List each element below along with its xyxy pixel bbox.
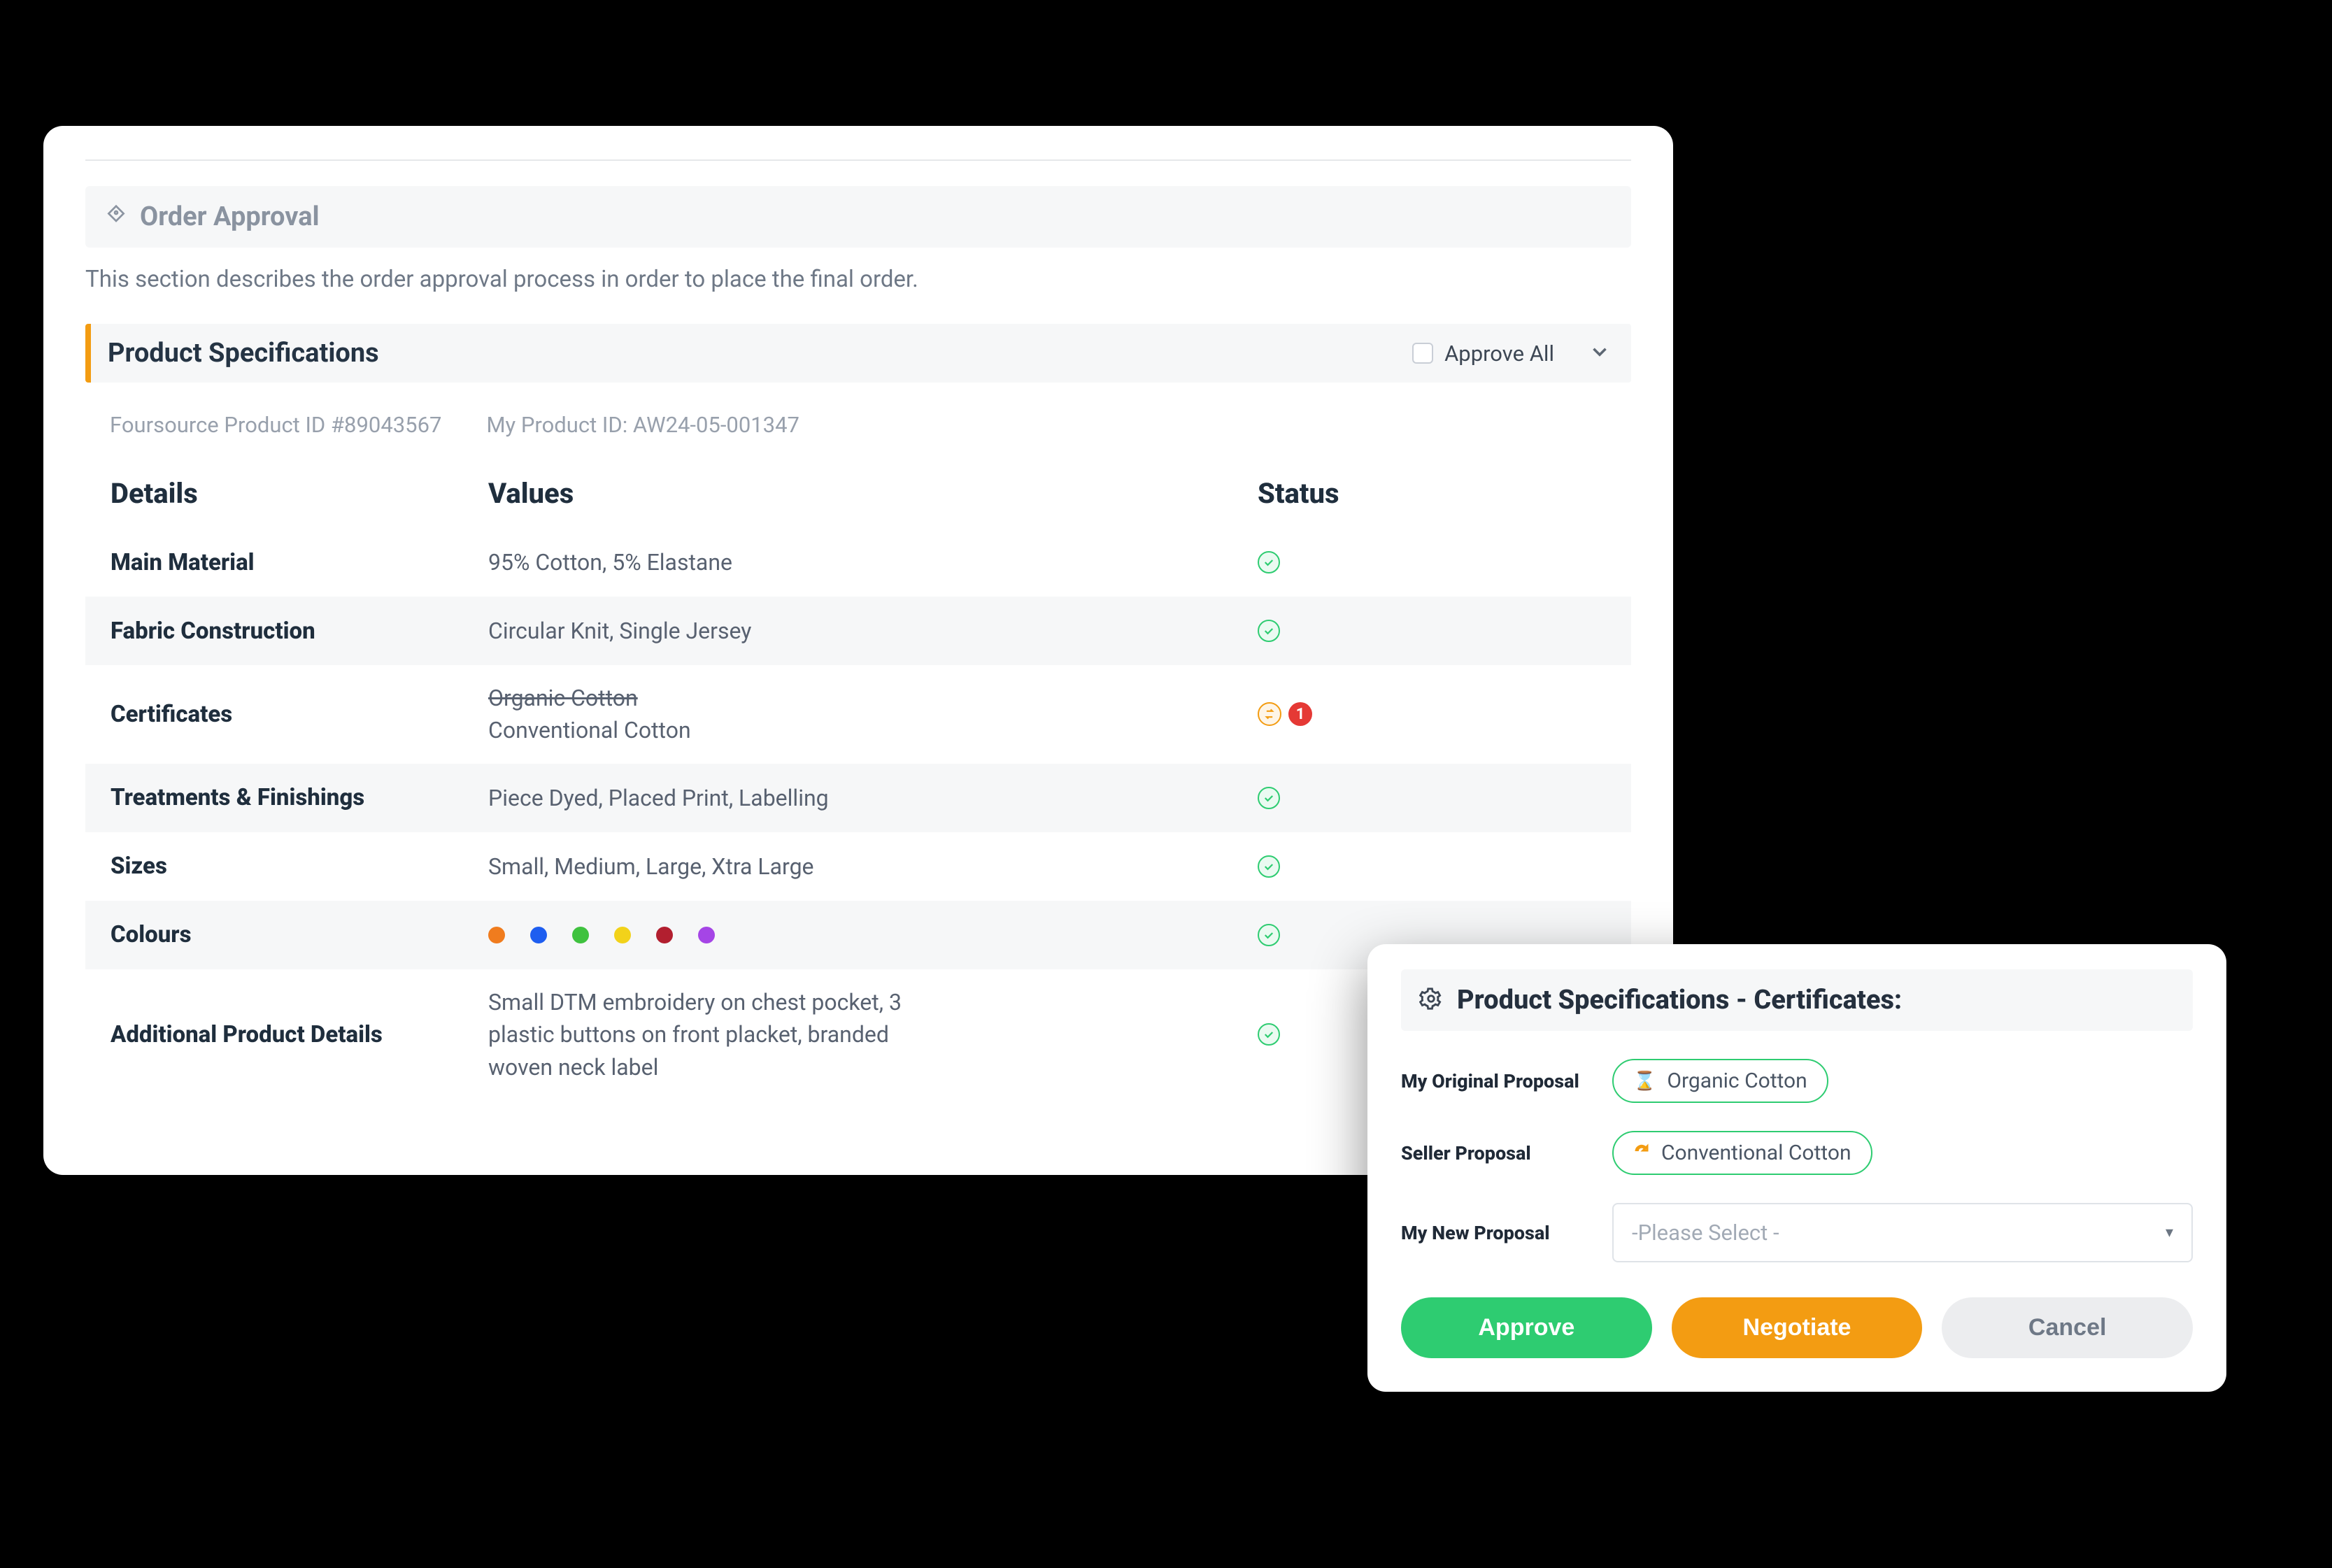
- row-value: Organic Cotton Conventional Cotton: [488, 682, 1258, 747]
- seller-proposal-label: Seller Proposal: [1401, 1142, 1590, 1164]
- approve-all-control[interactable]: Approve All: [1412, 341, 1554, 366]
- original-proposal-label: My Original Proposal: [1401, 1070, 1590, 1092]
- check-icon: [1258, 1023, 1280, 1046]
- foursource-product-id: Foursource Product ID #89043567: [110, 412, 441, 438]
- order-approval-header: Order Approval: [85, 186, 1631, 248]
- seller-proposal-chip: Conventional Cotton: [1612, 1131, 1872, 1175]
- check-icon: [1258, 924, 1280, 946]
- row-label: Colours: [111, 921, 488, 948]
- certificate-proposal-popup: Product Specifications - Certificates: M…: [1367, 944, 2226, 1392]
- gear-icon: [1419, 987, 1443, 1013]
- swap-icon: [1258, 702, 1281, 726]
- order-approval-description: This section describes the order approva…: [85, 266, 1631, 293]
- col-details: Details: [111, 477, 488, 510]
- seller-proposal-row: Seller Proposal Conventional Cotton: [1401, 1131, 2193, 1175]
- product-specifications-bar[interactable]: Product Specifications Approve All: [85, 324, 1631, 383]
- original-proposal-row: My Original Proposal ⌛ Organic Cotton: [1401, 1059, 2193, 1103]
- row-value: Small DTM embroidery on chest pocket, 3 …: [488, 986, 922, 1083]
- select-placeholder: -Please Select -: [1632, 1220, 1779, 1246]
- colour-swatch: [488, 927, 505, 943]
- colour-swatch: [572, 927, 589, 943]
- certificates-current: Conventional Cotton: [488, 717, 691, 743]
- approve-button[interactable]: Approve: [1401, 1297, 1652, 1358]
- row-status: [1258, 924, 1606, 946]
- product-specifications-title: Product Specifications: [91, 338, 379, 369]
- row-label: Treatments & Finishings: [111, 784, 488, 811]
- tag-icon: [105, 204, 127, 229]
- approve-all-checkbox[interactable]: [1412, 343, 1433, 364]
- row-label: Main Material: [111, 549, 488, 576]
- divider: [85, 159, 1631, 161]
- colour-swatch: [698, 927, 715, 943]
- product-ids: Foursource Product ID #89043567 My Produ…: [110, 412, 1631, 438]
- order-approval-title: Order Approval: [140, 201, 320, 232]
- check-icon: [1258, 620, 1280, 642]
- table-row: Sizes Small, Medium, Large, Xtra Large: [85, 832, 1631, 901]
- check-icon: [1258, 855, 1280, 878]
- col-status: Status: [1258, 477, 1606, 510]
- row-label: Fabric Construction: [111, 618, 488, 645]
- new-proposal-row: My New Proposal -Please Select - ▾: [1401, 1203, 2193, 1262]
- colour-swatch: [530, 927, 547, 943]
- refresh-icon: [1633, 1141, 1650, 1165]
- row-status: 1: [1258, 702, 1606, 726]
- colour-swatches: [488, 927, 1258, 943]
- row-status: [1258, 787, 1606, 809]
- colour-swatch: [656, 927, 673, 943]
- table-row: Treatments & Finishings Piece Dyed, Plac…: [85, 764, 1631, 832]
- new-proposal-label: My New Proposal: [1401, 1222, 1590, 1244]
- table-row[interactable]: Certificates Organic Cotton Conventional…: [85, 665, 1631, 764]
- original-proposal-value: Organic Cotton: [1667, 1069, 1807, 1093]
- new-proposal-select[interactable]: -Please Select - ▾: [1612, 1203, 2193, 1262]
- row-value: 95% Cotton, 5% Elastane: [488, 546, 1258, 578]
- table-header: Details Values Status: [85, 459, 1631, 528]
- original-proposal-chip: ⌛ Organic Cotton: [1612, 1059, 1828, 1103]
- table-row: Fabric Construction Circular Knit, Singl…: [85, 597, 1631, 665]
- hourglass-icon: ⌛: [1633, 1071, 1656, 1092]
- row-value: Small, Medium, Large, Xtra Large: [488, 850, 1258, 883]
- seller-proposal-value: Conventional Cotton: [1661, 1141, 1851, 1165]
- row-status: [1258, 620, 1606, 642]
- caret-down-icon: ▾: [2166, 1224, 2173, 1241]
- negotiate-button[interactable]: Negotiate: [1672, 1297, 1923, 1358]
- popup-header: Product Specifications - Certificates:: [1401, 969, 2193, 1031]
- row-label: Additional Product Details: [111, 1021, 488, 1048]
- row-value: Piece Dyed, Placed Print, Labelling: [488, 782, 1258, 814]
- row-value: Circular Knit, Single Jersey: [488, 615, 1258, 647]
- row-value: [488, 927, 1258, 943]
- approve-all-label: Approve All: [1444, 341, 1554, 366]
- colour-swatch: [614, 927, 631, 943]
- check-icon: [1258, 551, 1280, 573]
- check-icon: [1258, 787, 1280, 809]
- my-product-id: My Product ID: AW24-05-001347: [486, 412, 799, 438]
- col-values: Values: [488, 477, 1258, 510]
- popup-actions: Approve Negotiate Cancel: [1401, 1297, 2193, 1358]
- certificates-previous: Organic Cotton: [488, 685, 638, 711]
- table-row: Main Material 95% Cotton, 5% Elastane: [85, 528, 1631, 597]
- cancel-button[interactable]: Cancel: [1942, 1297, 2193, 1358]
- row-label: Certificates: [111, 701, 488, 728]
- popup-title: Product Specifications - Certificates:: [1457, 985, 1902, 1015]
- row-label: Sizes: [111, 853, 488, 880]
- alert-badge: 1: [1288, 702, 1312, 726]
- row-status: [1258, 551, 1606, 573]
- chevron-down-icon[interactable]: [1588, 340, 1612, 366]
- row-status: [1258, 855, 1606, 878]
